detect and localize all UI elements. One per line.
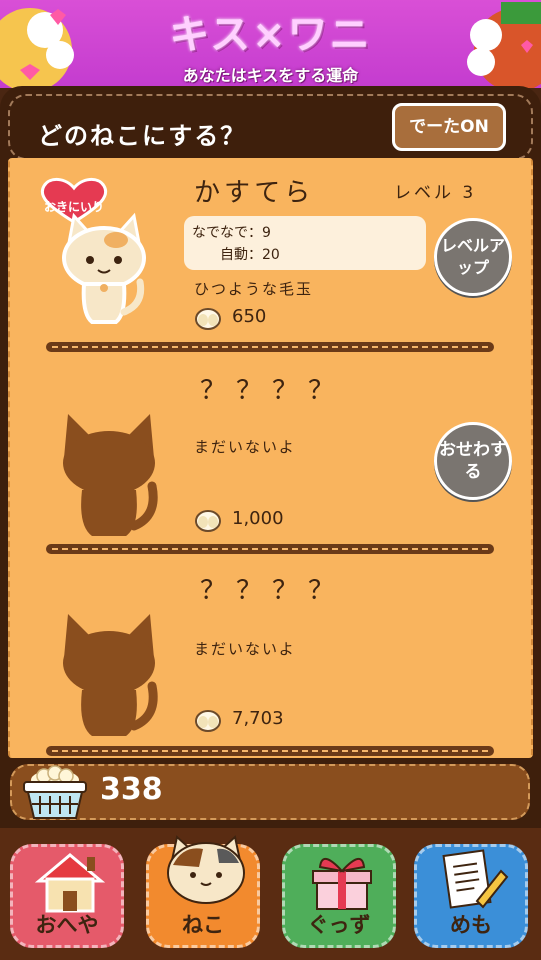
cat-row: ？？？？ まだいないよ 7,703 — [10, 558, 531, 758]
cat-status: まだいないよ — [194, 438, 296, 456]
gift-box-icon — [312, 858, 372, 910]
level-up-button[interactable]: レベルアップ — [434, 218, 512, 296]
cat-name-unknown: ？？？？ — [200, 576, 345, 606]
locked-cat-silhouette — [63, 614, 158, 736]
ad-banner[interactable]: キス×ワニ あなたはキスをする運命 — [0, 0, 541, 88]
cat-status: まだいないよ — [194, 640, 296, 658]
nav-memo-button[interactable]: めも — [414, 844, 528, 948]
cat-row: おきにいり かすてら レベル 3 なでなで：9 自動：20 ひつような毛玉 65… — [10, 158, 531, 358]
required-item-label: ひつような毛玉 — [194, 280, 314, 298]
row-divider — [46, 342, 494, 352]
basket-icon — [23, 765, 87, 819]
nav-home-label: おへや — [35, 913, 99, 937]
cost-value: 1,000 — [232, 508, 284, 529]
memo-pencil-icon — [442, 849, 509, 909]
cat-avatar-kasutera[interactable] — [54, 208, 154, 328]
cat-stats: なでなで：9 自動：20 — [184, 216, 426, 270]
nav-memo-label: めも — [450, 913, 492, 937]
stat-pet-count: なでなで：9 — [192, 225, 271, 241]
nav-cat-label: ねこ — [182, 913, 224, 937]
furball-count: 338 — [100, 772, 163, 807]
cat-name-unknown: ？？？？ — [200, 376, 345, 406]
locked-cat-silhouette — [63, 414, 158, 536]
ad-subtitle: あなたはキスをする運命 — [182, 66, 359, 85]
data-toggle-button[interactable]: でーたON — [392, 103, 506, 151]
ad-logo-text: キス×ワニ — [169, 12, 372, 58]
bottom-nav: おへや ねこ ぐっず めも — [0, 828, 541, 960]
row-divider — [46, 544, 494, 554]
cost-value: 7,703 — [232, 708, 284, 729]
nav-home-button[interactable]: おへや — [10, 844, 124, 948]
nav-goods-label: ぐっず — [307, 913, 371, 937]
house-icon — [34, 853, 106, 913]
cat-row: ？？？？ まだいないよ 1,000 おせわする — [10, 358, 531, 558]
furball-currency-icon — [195, 510, 221, 532]
cat-list[interactable]: おきにいり かすてら レベル 3 なでなで：9 自動：20 ひつような毛玉 65… — [8, 158, 533, 758]
adopt-button[interactable]: おせわする — [434, 422, 512, 500]
nav-goods-button[interactable]: ぐっず — [282, 844, 396, 948]
page-title: どのねこにする？ — [38, 122, 247, 150]
nav-cat-button[interactable]: ねこ — [146, 835, 260, 948]
cat-level: レベル 3 — [394, 183, 477, 203]
furball-currency-icon — [195, 308, 221, 330]
row-divider — [46, 746, 494, 756]
cost-value: 650 — [232, 306, 267, 327]
stat-auto-count: 自動：20 — [220, 247, 280, 263]
cat-face-icon — [167, 835, 245, 904]
cat-name: かすてら — [194, 178, 315, 208]
furball-currency-icon — [195, 710, 221, 732]
